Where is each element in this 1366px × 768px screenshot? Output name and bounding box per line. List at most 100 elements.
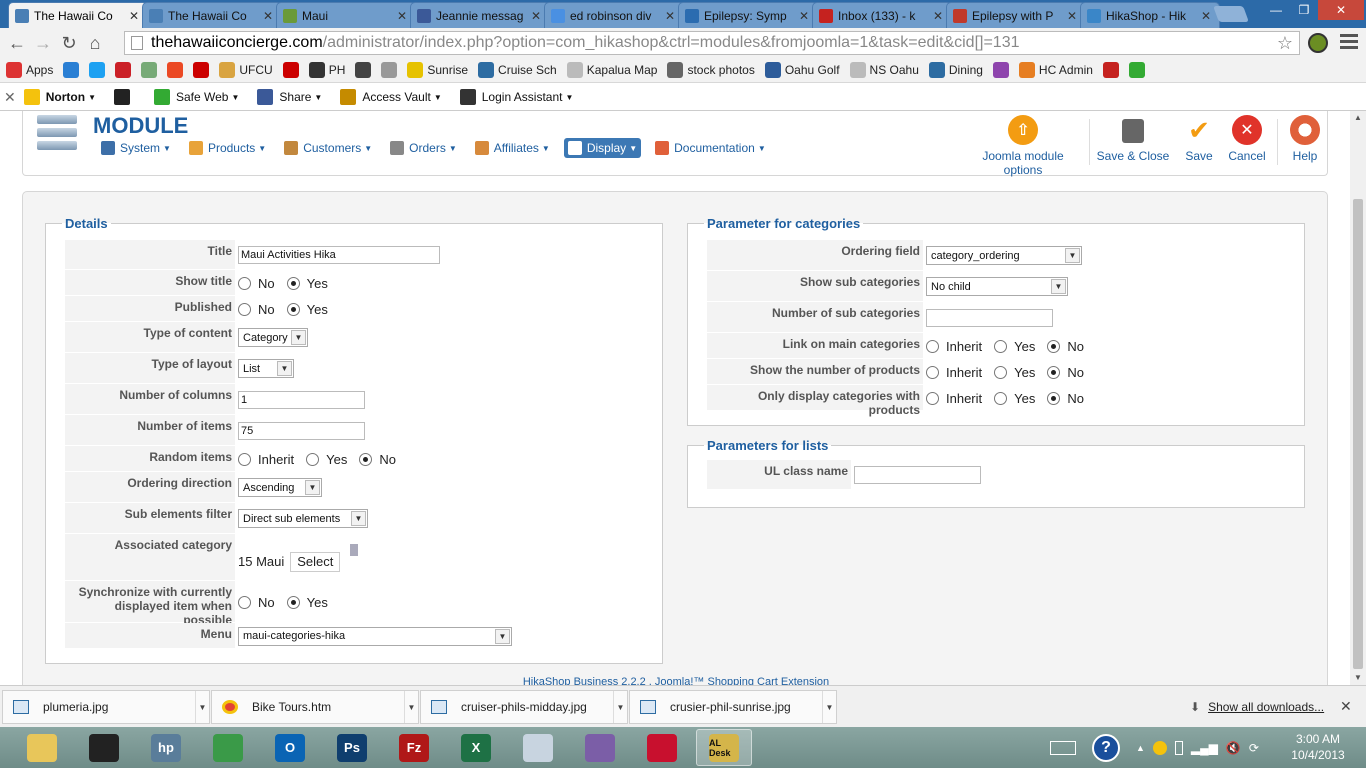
radio-button[interactable]	[238, 276, 251, 290]
bookmark-item[interactable]: UFCU	[219, 62, 273, 78]
bookmark-item[interactable]	[1128, 62, 1145, 78]
radio-button[interactable]	[286, 276, 300, 290]
published-no[interactable]: No	[238, 302, 275, 317]
menu-select[interactable]: maui-categories-hika ▼	[238, 626, 512, 646]
tab-close-icon[interactable]: ✕	[933, 9, 945, 23]
taskbar-app[interactable]	[200, 729, 256, 766]
save-button[interactable]: ✔ Save	[1179, 115, 1219, 164]
new-tab-button[interactable]	[1213, 6, 1249, 22]
tab-9[interactable]: HikaShop - Hik ✕	[1080, 2, 1220, 28]
show-all-downloads-link[interactable]: ⬇ Show all downloads...	[1190, 700, 1324, 714]
bookmark-item[interactable]: Apps	[6, 62, 53, 78]
save-close-button[interactable]: Save & Close	[1095, 115, 1171, 163]
bookmark-item[interactable]	[355, 62, 372, 78]
show-title-no[interactable]: No	[238, 276, 275, 291]
random-yes[interactable]: Yes	[306, 452, 347, 467]
taskbar-app[interactable]: Fz	[386, 729, 442, 766]
show-title-yes[interactable]: Yes	[286, 276, 328, 291]
select-category-button[interactable]: Select	[290, 551, 341, 572]
page-scrollbar[interactable]: ▲ ▼	[1350, 111, 1366, 685]
radio-button[interactable]	[1047, 339, 1061, 353]
norton-item[interactable]: Norton ▼	[23, 89, 96, 105]
scrollbar-thumb[interactable]	[1353, 199, 1363, 669]
bookmark-item[interactable]: PH	[308, 62, 345, 78]
bookmark-item[interactable]	[282, 62, 299, 78]
minimize-button[interactable]: —	[1262, 0, 1290, 20]
menu-system[interactable]: System ▼	[97, 138, 175, 158]
chevron-down-icon[interactable]: ▼	[613, 691, 627, 723]
num-items-input[interactable]	[238, 421, 365, 440]
published-yes[interactable]: Yes	[286, 302, 328, 317]
norton-item[interactable]: Safe Web ▼	[153, 89, 239, 105]
download-item[interactable]: Bike Tours.htm ▼	[211, 690, 419, 724]
tab-close-icon[interactable]: ✕	[129, 9, 141, 23]
only-display-yes[interactable]: Yes	[994, 391, 1035, 406]
taskbar-app[interactable]	[76, 729, 132, 766]
sync-icon[interactable]: ⟳	[1249, 741, 1259, 755]
tab-close-icon[interactable]: ✕	[665, 9, 677, 23]
help-question-icon[interactable]: ?	[1092, 733, 1120, 762]
tab-8[interactable]: Epilepsy with P ✕	[946, 2, 1086, 28]
sub-filter-select[interactable]: Direct sub elements ▼	[238, 509, 368, 528]
bookmark-item[interactable]: Sunrise	[407, 62, 468, 78]
bookmark-item[interactable]: stock photos	[667, 62, 755, 78]
bookmark-item[interactable]	[381, 62, 398, 78]
help-button[interactable]: Help	[1285, 115, 1325, 163]
menu-products[interactable]: Products ▼	[185, 138, 270, 158]
forward-icon[interactable]: →	[30, 30, 56, 56]
tab-close-icon[interactable]: ✕	[1201, 9, 1213, 23]
radio-button[interactable]	[359, 452, 373, 466]
sync-yes[interactable]: Yes	[286, 595, 328, 610]
chevron-down-icon[interactable]: ▼	[822, 691, 836, 723]
num-sub-input[interactable]	[926, 308, 1053, 327]
system-clock[interactable]: 3:00 AM 10/4/2013	[1288, 731, 1348, 763]
radio-button[interactable]	[1047, 391, 1061, 405]
extension-icon[interactable]	[1308, 33, 1328, 53]
chrome-menu-icon[interactable]	[1340, 34, 1358, 50]
ordering-field-select[interactable]: category_ordering ▼	[926, 246, 1082, 265]
tab-7[interactable]: Inbox (133) - k ✕	[812, 2, 952, 28]
radio-button[interactable]	[286, 302, 300, 316]
network-icon[interactable]: ▂▄▆	[1191, 741, 1218, 755]
taskbar-app[interactable]: O	[262, 729, 318, 766]
maximize-button[interactable]: ❐	[1290, 0, 1318, 20]
chevron-down-icon[interactable]: ▼	[351, 511, 366, 526]
bookmark-item[interactable]	[1102, 62, 1119, 78]
radio-button[interactable]	[926, 391, 939, 405]
bookmark-item[interactable]	[167, 62, 184, 78]
radio-button[interactable]	[306, 452, 320, 466]
close-window-button[interactable]: ✕	[1318, 0, 1364, 20]
keyboard-icon[interactable]	[1050, 740, 1076, 755]
menu-documentation[interactable]: Documentation ▼	[651, 138, 770, 158]
menu-orders[interactable]: Orders ▼	[386, 138, 461, 158]
bookmark-item[interactable]: Oahu Golf	[764, 62, 840, 78]
bookmark-item[interactable]	[141, 62, 158, 78]
tab-close-icon[interactable]: ✕	[1067, 9, 1079, 23]
bookmark-item[interactable]	[115, 62, 132, 78]
chevron-down-icon[interactable]: ▼	[404, 691, 418, 723]
joomla-module-options-button[interactable]: ⇧ Joomla module options	[963, 115, 1083, 177]
norton-item[interactable]: Access Vault ▼	[340, 89, 442, 105]
bookmark-star-icon[interactable]: ☆	[1277, 33, 1293, 54]
bookmark-item[interactable]: HC Admin	[1018, 62, 1093, 78]
radio-button[interactable]	[238, 302, 251, 316]
chevron-down-icon[interactable]: ▼	[495, 628, 510, 644]
tab-close-icon[interactable]: ✕	[397, 9, 409, 23]
norton-item[interactable]: Share ▼	[257, 89, 322, 105]
menu-affiliates[interactable]: Affiliates ▼	[471, 138, 554, 158]
link-main-no[interactable]: No	[1047, 339, 1084, 354]
radio-button[interactable]	[238, 452, 251, 466]
tab-4[interactable]: Jeannie messag ✕	[410, 2, 550, 28]
taskbar-app[interactable]: Ps	[324, 729, 380, 766]
address-bar[interactable]: thehawaiiconcierge.com/administrator/ind…	[124, 31, 1300, 55]
menu-display[interactable]: Display ▼	[563, 138, 642, 158]
close-downloads-icon[interactable]: ✕	[1340, 698, 1352, 715]
back-icon[interactable]: ←	[4, 30, 30, 56]
chevron-down-icon[interactable]: ▼	[277, 361, 292, 376]
taskbar-app[interactable]	[572, 729, 628, 766]
radio-button[interactable]	[1047, 365, 1061, 379]
bookmark-item[interactable]: NS Oahu	[849, 62, 919, 78]
show-num-yes[interactable]: Yes	[994, 365, 1035, 380]
close-toolbar-icon[interactable]: ✕	[4, 89, 16, 106]
bookmark-item[interactable]	[193, 62, 210, 78]
